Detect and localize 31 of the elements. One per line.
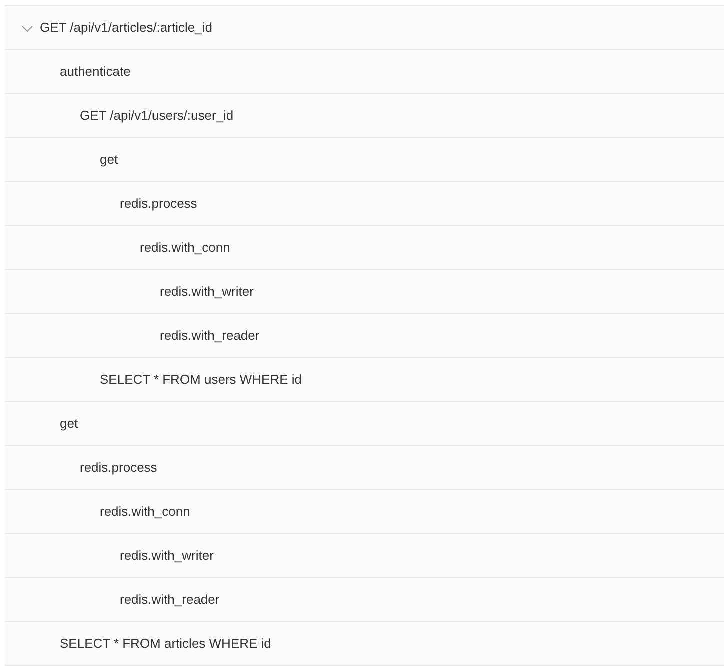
span-label: SELECT * FROM users WHERE id xyxy=(100,372,302,387)
chevron-icon[interactable] xyxy=(22,26,33,32)
tree-row[interactable]: redis.process xyxy=(5,182,724,226)
span-label: GET /api/v1/users/:user_id xyxy=(80,108,234,123)
tree-row[interactable]: GET /api/v1/articles/:article_id xyxy=(5,6,724,50)
tree-row[interactable]: redis.with_reader xyxy=(5,314,724,358)
span-label: redis.process xyxy=(120,196,198,211)
tree-row[interactable]: redis.with_writer xyxy=(5,270,724,314)
span-label: redis.with_reader xyxy=(120,592,220,607)
span-label: SELECT * FROM articles WHERE id xyxy=(60,636,272,651)
tree-row[interactable]: GET /api/v1/users/:user_id xyxy=(5,94,724,138)
tree-row[interactable]: authenticate xyxy=(5,50,724,94)
tree-row[interactable]: SELECT * FROM users WHERE id xyxy=(5,358,724,402)
tree-row[interactable]: SELECT * FROM articles WHERE id xyxy=(5,622,724,666)
tree-row[interactable]: redis.process xyxy=(5,446,724,490)
span-label: redis.with_writer xyxy=(120,548,214,563)
tree-row[interactable]: get xyxy=(5,138,724,182)
tree-row[interactable]: redis.with_reader xyxy=(5,578,724,622)
tree-row[interactable]: redis.with_conn xyxy=(5,490,724,534)
span-label: authenticate xyxy=(60,64,131,79)
span-label: GET /api/v1/articles/:article_id xyxy=(40,20,212,35)
span-label: get xyxy=(60,416,78,431)
tree-row[interactable]: redis.with_conn xyxy=(5,226,724,270)
span-label: redis.process xyxy=(80,460,158,475)
span-label: redis.with_conn xyxy=(100,504,190,519)
tree-row[interactable]: get xyxy=(5,402,724,446)
span-label: redis.with_conn xyxy=(140,240,230,255)
tree-row[interactable]: redis.with_writer xyxy=(5,534,724,578)
span-label: redis.with_reader xyxy=(160,328,260,343)
span-label: get xyxy=(100,152,118,167)
span-label: redis.with_writer xyxy=(160,284,254,299)
